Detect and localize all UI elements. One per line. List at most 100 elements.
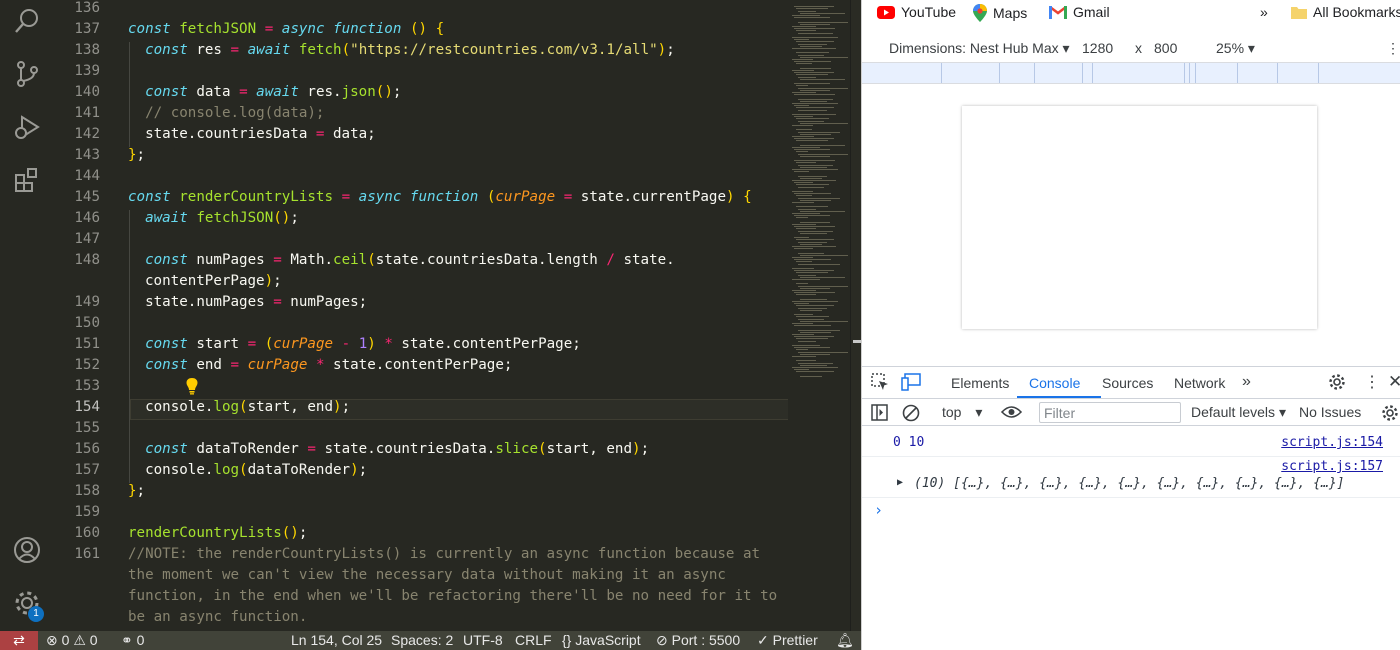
device-more-options-icon[interactable]: ⋮ — [1386, 40, 1400, 57]
live-expression-eye-icon[interactable] — [1000, 404, 1023, 423]
console-source-link[interactable]: script.js:154 — [1281, 435, 1383, 450]
code-line[interactable]: 146 await fetchJSON(); — [54, 208, 788, 229]
tab-network[interactable]: Network — [1174, 375, 1225, 391]
code-line[interactable]: be an async function. — [54, 607, 788, 628]
live-server-port[interactable]: ⊘ Port : 5500 — [656, 631, 740, 650]
console-settings-gear-icon[interactable] — [1381, 404, 1399, 425]
code-line[interactable]: 157 console.log(dataToRender); — [54, 460, 788, 481]
code-line[interactable]: 159 — [54, 502, 788, 523]
bookmark-gmail[interactable]: Gmail — [1049, 4, 1110, 20]
minimap-line — [796, 74, 828, 76]
log-levels-select[interactable]: Default levels ▾ — [1191, 404, 1286, 421]
code-line[interactable]: 148 const numPages = Math.ceil(state.cou… — [54, 250, 788, 271]
minimap-line — [800, 199, 831, 201]
account-icon[interactable] — [8, 531, 46, 569]
emulated-viewport[interactable] — [962, 106, 1317, 329]
minimap-line — [796, 360, 816, 362]
line-number: 154 — [74, 399, 100, 415]
minimap[interactable] — [788, 0, 850, 631]
code-line[interactable]: 154 console.log(start, end); — [54, 397, 788, 418]
minimap-line — [792, 37, 838, 38]
viewport-height[interactable]: 800 — [1154, 40, 1177, 56]
code-line[interactable]: 155 — [54, 418, 788, 439]
code-line[interactable]: the moment we can't view the necessary d… — [54, 565, 788, 586]
code-line[interactable]: 151 const start = (curPage - 1) * state.… — [54, 334, 788, 355]
extensions-icon[interactable] — [8, 161, 46, 199]
devtools-settings-gear-icon[interactable] — [1328, 373, 1346, 394]
devtools-close-icon[interactable]: ✕ — [1388, 372, 1400, 392]
code-text: }; — [128, 147, 146, 163]
run-debug-icon[interactable] — [8, 108, 46, 146]
code-line[interactable]: 160 renderCountryLists(); — [54, 523, 788, 544]
code-text: const end = curPage * state.contentPerPa… — [145, 357, 513, 373]
cursor-position[interactable]: Ln 154, Col 25 — [291, 631, 382, 650]
expand-arrow-icon[interactable]: ▶ — [897, 477, 903, 488]
bookmark-youtube[interactable]: YouTube — [877, 4, 956, 20]
tab-console[interactable]: Console — [1029, 375, 1080, 391]
code-line[interactable]: 136 — [54, 0, 788, 19]
code-line[interactable]: 161 //NOTE: the renderCountryLists() is c… — [54, 544, 788, 565]
settings-gear-icon[interactable]: 1 — [8, 584, 46, 622]
code-line[interactable]: 145 const renderCountryLists = async func… — [54, 187, 788, 208]
console-prompt[interactable]: › — [862, 501, 1400, 521]
remote-icon[interactable]: ⇄ — [0, 631, 38, 650]
language-mode[interactable]: {} JavaScript — [562, 631, 641, 650]
editor-scrollbar[interactable] — [850, 0, 861, 631]
media-queries-bar[interactable] — [862, 62, 1400, 84]
device-dimensions-select[interactable]: Dimensions: Nest Hub Max ▾ — [889, 40, 1070, 57]
minimap-line — [798, 263, 840, 265]
code-line[interactable]: contentPerPage); — [54, 271, 788, 292]
code-line[interactable]: 149 state.numPages = numPages; — [54, 292, 788, 313]
code-line[interactable]: 147 — [54, 229, 788, 250]
devtools-more-options-icon[interactable]: ⋮ — [1364, 372, 1380, 392]
device-toggle-icon[interactable] — [901, 373, 921, 394]
context-selector[interactable]: top ▾ — [942, 404, 982, 421]
minimap-line — [800, 12, 845, 14]
search-icon[interactable] — [8, 2, 46, 40]
minimap-line — [792, 323, 813, 324]
end-of-line[interactable]: CRLF — [515, 631, 552, 650]
ports-indicator[interactable]: ⚭ 0 — [121, 631, 144, 650]
code-line[interactable]: 138 const res = await fetch("https://res… — [54, 40, 788, 61]
console-filter-input[interactable] — [1039, 402, 1181, 423]
problems-indicator[interactable]: ⊗ 0 ⚠ 0 — [46, 631, 98, 650]
code-line[interactable]: 140 const data = await res.json(); — [54, 82, 788, 103]
zoom-select[interactable]: 25% ▾ — [1216, 40, 1255, 57]
viewport-width[interactable]: 1280 — [1082, 40, 1113, 56]
code-line[interactable]: 150 — [54, 313, 788, 334]
code-line[interactable]: 142 state.countriesData = data; — [54, 124, 788, 145]
code-line[interactable]: 139 — [54, 61, 788, 82]
tab-elements[interactable]: Elements — [951, 375, 1009, 391]
console-message-text[interactable]: (10) [{…}, {…}, {…}, {…}, {…}, {…}, {…},… — [914, 476, 1344, 491]
code-line[interactable]: 144 — [54, 166, 788, 187]
code-line[interactable]: 141 // console.log(data); — [54, 103, 788, 124]
all-bookmarks[interactable]: All Bookmarks — [1291, 4, 1400, 20]
code-line[interactable]: 152 const end = curPage * state.contentP… — [54, 355, 788, 376]
source-control-icon[interactable] — [8, 55, 46, 93]
code-line[interactable]: 156 const dataToRender = state.countries… — [54, 439, 788, 460]
notifications-bell-icon[interactable]: 🔔︎ — [836, 631, 854, 650]
tab-sources[interactable]: Sources — [1102, 375, 1153, 391]
code-line[interactable]: 158}; — [54, 481, 788, 502]
minimap-line — [796, 261, 812, 263]
prettier-status[interactable]: ✓ Prettier — [757, 631, 818, 650]
code-editor[interactable]: 136 137 const fetchJSON = async function (… — [54, 0, 788, 631]
code-line[interactable]: 143}; — [54, 145, 788, 166]
console-source-link[interactable]: script.js:157 — [1281, 459, 1383, 474]
clear-console-icon[interactable] — [902, 404, 920, 425]
code-text: the moment we can't view the necessary d… — [128, 567, 726, 583]
indentation[interactable]: Spaces: 2 — [391, 631, 453, 650]
issues-counter[interactable]: No Issues — [1299, 404, 1361, 420]
code-line[interactable]: function, in the end when we'll be refac… — [54, 586, 788, 607]
broadcast-icon: ⊘ — [656, 632, 668, 648]
code-line[interactable]: 153 — [54, 376, 788, 397]
bookmark-maps[interactable]: Maps — [973, 4, 1027, 22]
minimap-line — [794, 6, 834, 8]
more-tabs-icon[interactable]: » — [1242, 373, 1251, 391]
encoding[interactable]: UTF-8 — [463, 631, 503, 650]
sidebar-toggle-icon[interactable] — [871, 404, 888, 424]
code-line[interactable]: 137 const fetchJSON = async function () { — [54, 19, 788, 40]
inspect-element-icon[interactable] — [871, 373, 889, 394]
more-bookmarks-chevron[interactable]: » — [1260, 4, 1268, 20]
minimap-line — [792, 180, 836, 181]
